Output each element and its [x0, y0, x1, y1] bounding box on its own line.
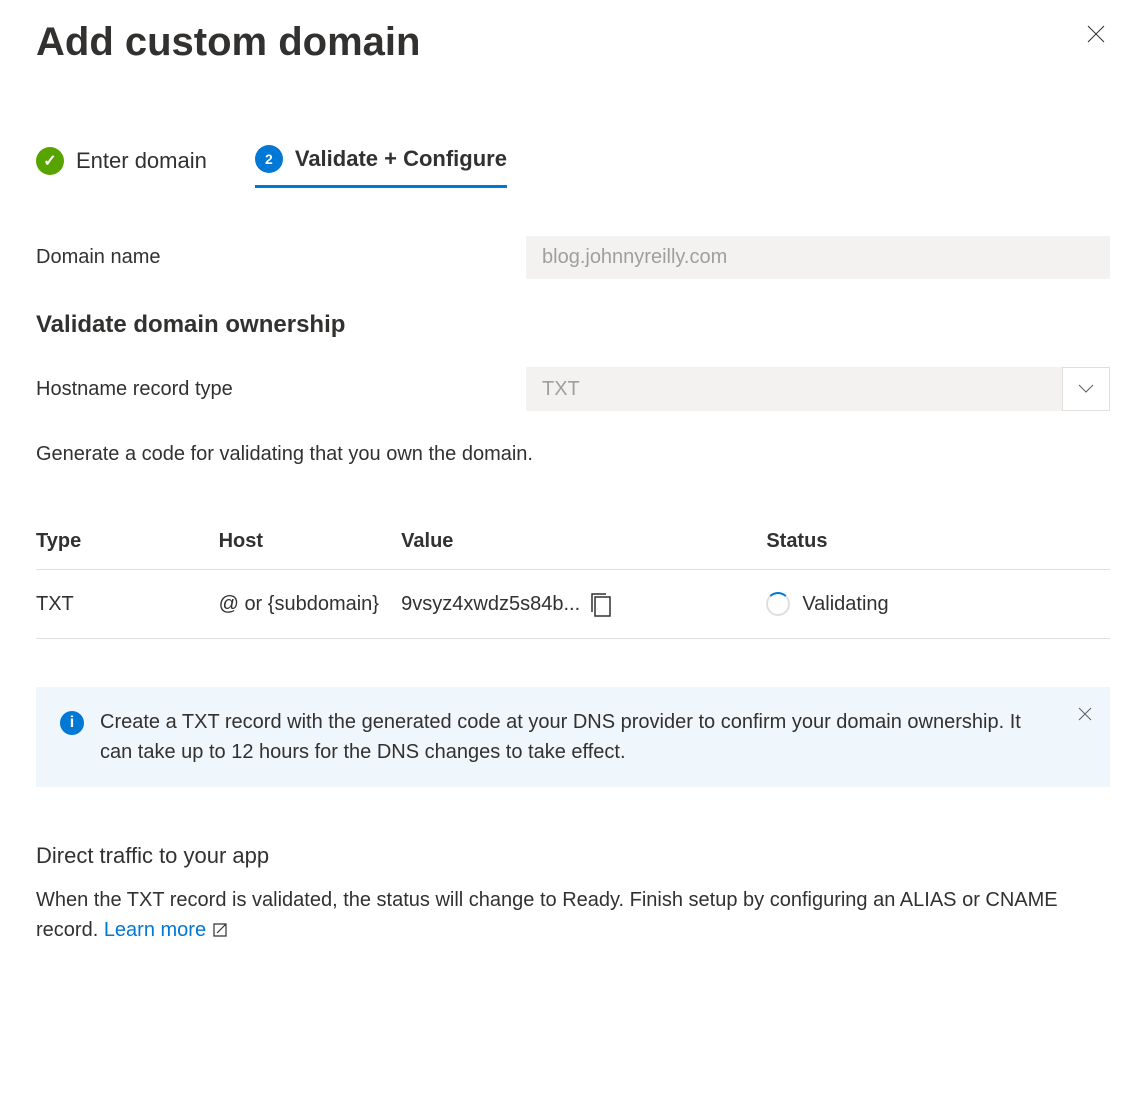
dns-records-table: Type Host Value Status TXT @ or {subdoma… — [36, 514, 1110, 639]
column-header-status: Status — [766, 514, 1110, 570]
domain-name-label: Domain name — [36, 246, 526, 269]
info-close-button[interactable] — [1078, 705, 1092, 726]
column-header-type: Type — [36, 514, 219, 570]
info-message: i Create a TXT record with the generated… — [36, 687, 1110, 787]
cell-type: TXT — [36, 570, 219, 639]
cell-value: 9vsyz4xwdz5s84b... — [401, 570, 766, 639]
step-number: 2 — [265, 151, 273, 167]
spinner-icon — [766, 592, 790, 616]
validate-ownership-heading: Validate domain ownership — [36, 311, 1110, 339]
domain-name-input — [526, 236, 1110, 279]
step-current-icon: 2 — [255, 145, 283, 173]
info-icon: i — [60, 711, 84, 735]
page-title: Add custom domain — [36, 20, 420, 65]
column-header-value: Value — [401, 514, 766, 570]
checkmark-icon: ✓ — [43, 151, 56, 171]
copy-icon — [588, 590, 614, 618]
cell-status: Validating — [766, 570, 1110, 639]
step-validate-configure[interactable]: 2 Validate + Configure — [255, 145, 507, 188]
chevron-down-icon — [1062, 367, 1110, 411]
step-label: Enter domain — [76, 148, 207, 174]
select-value: TXT — [526, 368, 1062, 411]
copy-button[interactable] — [588, 590, 614, 618]
direct-traffic-heading: Direct traffic to your app — [36, 843, 1110, 869]
close-icon — [1078, 707, 1092, 721]
step-enter-domain[interactable]: ✓ Enter domain — [36, 145, 207, 188]
wizard-steps: ✓ Enter domain 2 Validate + Configure — [36, 145, 1110, 188]
info-text: Create a TXT record with the generated c… — [100, 707, 1086, 767]
table-row: TXT @ or {subdomain} 9vsyz4xwdz5s84b... — [36, 570, 1110, 639]
record-value: 9vsyz4xwdz5s84b... — [401, 593, 580, 616]
cell-host: @ or {subdomain} — [219, 570, 402, 639]
close-icon — [1086, 24, 1106, 44]
status-text: Validating — [802, 593, 888, 616]
generate-code-desc: Generate a code for validating that you … — [36, 443, 1110, 466]
step-label: Validate + Configure — [295, 146, 507, 172]
column-header-host: Host — [219, 514, 402, 570]
direct-traffic-desc: When the TXT record is validated, the st… — [36, 885, 1110, 945]
external-link-icon — [212, 922, 228, 938]
hostname-record-label: Hostname record type — [36, 378, 526, 401]
close-button[interactable] — [1082, 20, 1110, 53]
learn-more-link[interactable]: Learn more — [104, 915, 228, 945]
hostname-record-select[interactable]: TXT — [526, 367, 1110, 411]
learn-more-text: Learn more — [104, 915, 206, 945]
step-completed-icon: ✓ — [36, 147, 64, 175]
